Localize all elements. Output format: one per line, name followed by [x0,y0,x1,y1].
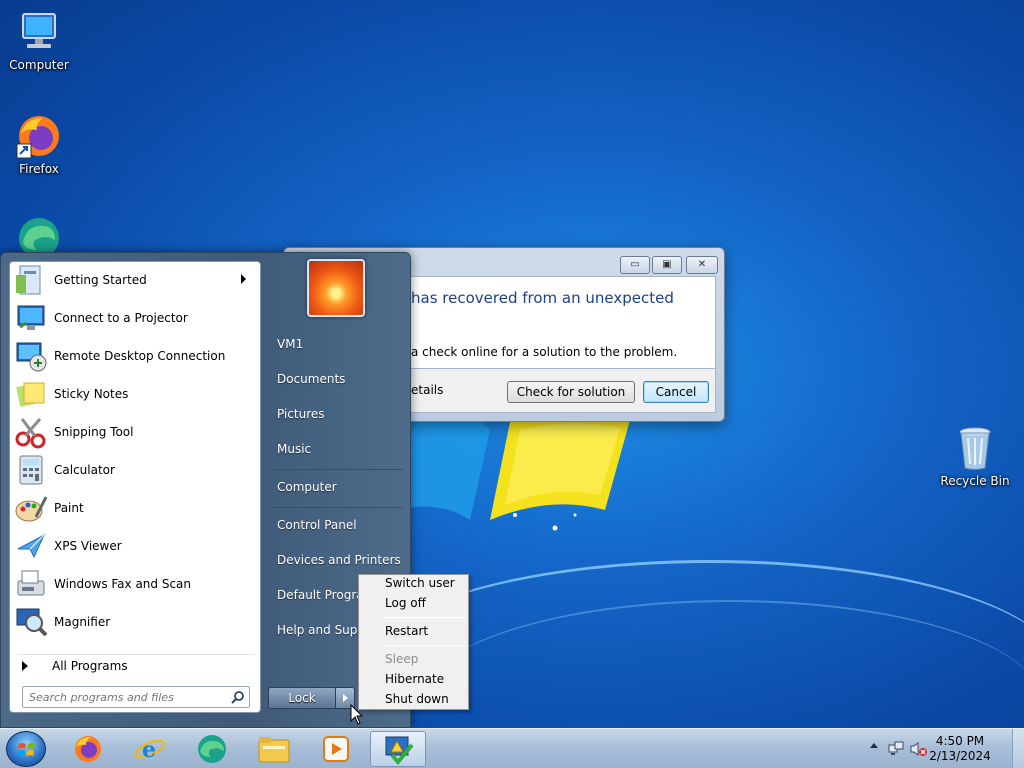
all-programs-label: All Programs [52,658,128,673]
edge-icon [198,735,226,763]
program-xps-viewer[interactable]: XPS Viewer [12,528,258,564]
snipping-tool-icon [15,418,46,449]
program-sticky-notes[interactable]: Sticky Notes [12,376,258,412]
projector-icon [17,305,45,330]
firefox-icon [75,736,101,762]
menu-item-restart[interactable]: Restart [361,621,466,641]
program-getting-started[interactable]: Getting Started [12,262,258,298]
desktop-icon-label: Firefox [19,162,59,176]
right-item-documents[interactable]: Documents [269,364,405,394]
desktop-icon-label: Recycle Bin [940,474,1010,488]
mouse-cursor-icon [350,704,364,725]
start-menu: Getting Started Connect to a Projector R… [0,252,411,728]
clock-time: 4:50 PM [935,734,985,748]
show-hidden-icons-icon[interactable] [870,743,878,748]
menu-item-log-off[interactable]: Log off [361,593,466,613]
close-button[interactable]: ✕ [686,256,718,274]
windows-logo-icon [18,743,35,756]
action-center-app-icon [385,736,414,765]
maximize-icon: ▣ [662,259,672,270]
right-item-control-panel[interactable]: Control Panel [269,510,405,540]
search-box[interactable] [22,686,250,708]
program-fax-and-scan[interactable]: Windows Fax and Scan [12,566,258,602]
taskbar-internet-explorer[interactable]: e [122,731,178,767]
view-details-link[interactable]: etails [411,383,443,397]
desktop-icon-label: Computer [9,58,69,72]
getting-started-icon [16,265,41,295]
program-connect-to-projector[interactable]: Connect to a Projector [12,300,258,336]
wallpaper-logo [400,412,630,531]
file-explorer-icon [258,737,290,763]
taskbar-media-player[interactable] [308,731,364,767]
program-calculator[interactable]: Calculator [12,452,258,488]
check-for-solution-button[interactable]: Check for solution [507,381,635,403]
taskbar: e 4:50 PM 2/13/2024 [0,728,1024,768]
minimize-icon: ▭ [630,259,640,270]
all-programs-button[interactable]: All Programs [18,654,254,676]
taskbar-file-explorer[interactable] [246,731,302,767]
desktop-icon-recycle-bin[interactable]: Recycle Bin [937,424,1013,488]
taskbar-edge[interactable] [184,731,240,767]
maximize-button[interactable]: ▣ [652,256,682,274]
user-picture-avatar[interactable] [307,259,365,317]
cancel-button[interactable]: Cancel [643,381,709,403]
menu-item-switch-user[interactable]: Switch user [361,573,466,593]
start-button[interactable] [6,731,46,767]
right-item-pictures[interactable]: Pictures [269,399,405,429]
program-remote-desktop[interactable]: Remote Desktop Connection [12,338,258,374]
program-paint[interactable]: Paint [12,490,258,526]
show-desktop-button[interactable] [1012,729,1024,768]
network-icon[interactable] [888,741,904,757]
lock-button[interactable]: Lock [268,687,336,709]
recycle-bin-icon [951,424,999,472]
fax-scan-icon [17,570,45,596]
close-icon: ✕ [697,259,707,270]
program-magnifier[interactable]: Magnifier [12,604,258,640]
computer-icon [15,8,63,56]
menu-item-shut-down[interactable]: Shut down [361,689,466,709]
search-input[interactable] [23,687,223,707]
desktop-icon-computer[interactable]: Computer [1,8,77,72]
menu-separator [383,645,465,646]
right-item-user[interactable]: VM1 [269,329,405,359]
submenu-arrow-icon [241,274,246,284]
dialog-message: a check online for a solution to the pro… [411,345,678,359]
expand-arrow-icon [22,660,28,671]
search-icon[interactable] [231,690,245,704]
start-menu-programs-pane: Getting Started Connect to a Projector R… [9,261,261,713]
system-tray: 4:50 PM 2/13/2024 [864,729,1024,768]
menu-separator [269,507,403,508]
desktop-icon-firefox[interactable]: Firefox [1,112,77,176]
right-item-music[interactable]: Music [269,434,405,464]
right-item-devices-and-printers[interactable]: Devices and Printers [269,545,405,575]
calculator-icon [19,455,43,485]
media-player-icon [323,736,349,762]
taskbar-clock[interactable]: 4:50 PM 2/13/2024 [924,734,996,764]
menu-item-hibernate[interactable]: Hibernate [361,669,466,689]
right-item-computer[interactable]: Computer [269,472,405,502]
menu-item-sleep: Sleep [385,652,419,666]
program-snipping-tool[interactable]: Snipping Tool [12,414,258,450]
menu-separator [269,469,403,470]
remote-desktop-icon [16,342,47,372]
menu-separator [383,617,465,618]
taskbar-firefox[interactable] [60,731,116,767]
firefox-icon [15,112,63,160]
paint-icon [15,496,48,522]
sticky-notes-icon [16,382,45,407]
minimize-button[interactable]: ▭ [620,256,650,274]
internet-explorer-icon: e [135,737,165,763]
power-options-menu: Switch user Log off Restart Sleep Hibern… [358,574,469,710]
svg-text:e: e [142,737,156,763]
taskbar-active-app[interactable] [370,731,426,767]
clock-date: 2/13/2024 [929,749,991,763]
dialog-heading: has recovered from an unexpected [411,289,674,307]
xps-viewer-icon [17,533,46,559]
magnifier-icon [16,608,48,637]
